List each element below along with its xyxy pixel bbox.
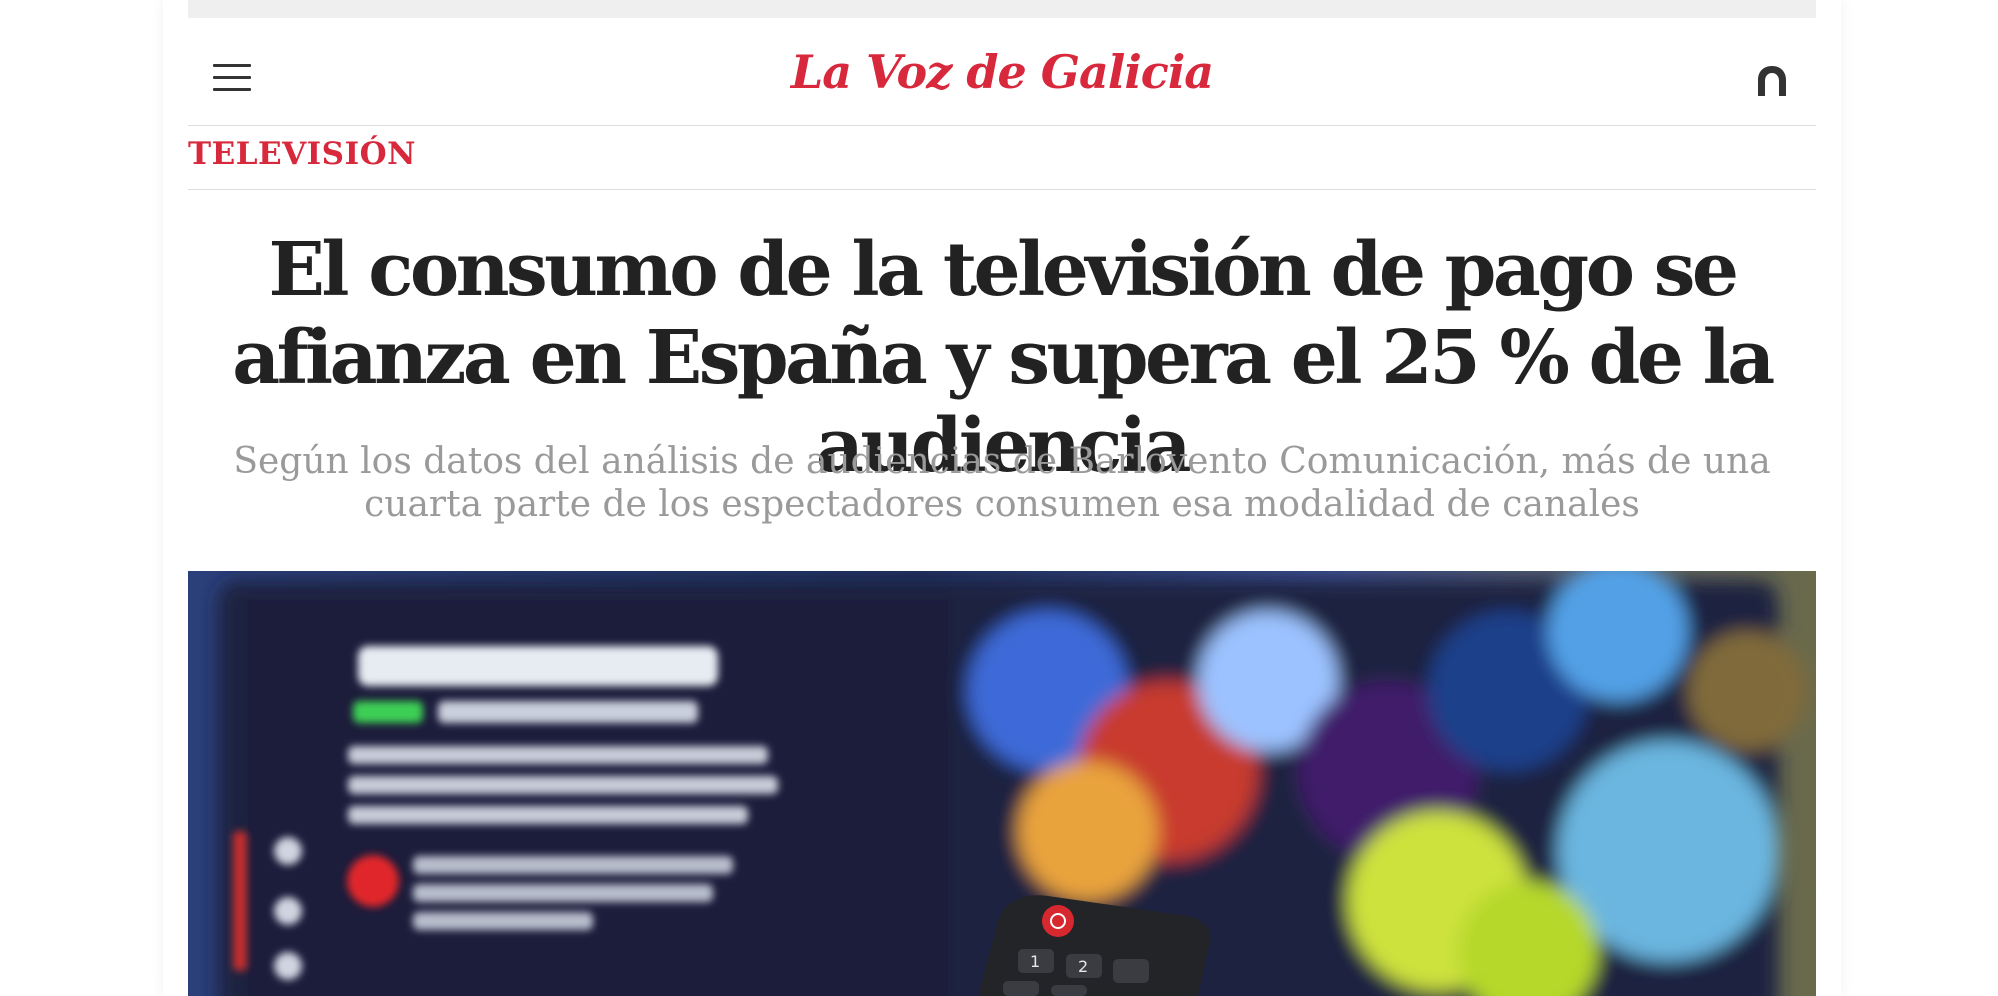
svg-text:1: 1 [1030, 952, 1040, 971]
site-header: La Voz de Galicia [188, 18, 1816, 126]
site-logo[interactable]: La Voz de Galicia [188, 45, 1816, 99]
section-link-television[interactable]: TELEVISIÓN [188, 136, 416, 172]
article-page: La Voz de Galicia TELEVISIÓN El consumo … [188, 0, 1816, 996]
svg-text:2: 2 [1078, 957, 1088, 976]
top-strip [188, 0, 1816, 18]
user-icon[interactable] [1754, 63, 1790, 99]
article-photo: 1 2 [188, 571, 1816, 996]
article-subtitle: Según los datos del análisis de audienci… [233, 441, 1771, 525]
section-bar: TELEVISIÓN [188, 126, 1816, 190]
